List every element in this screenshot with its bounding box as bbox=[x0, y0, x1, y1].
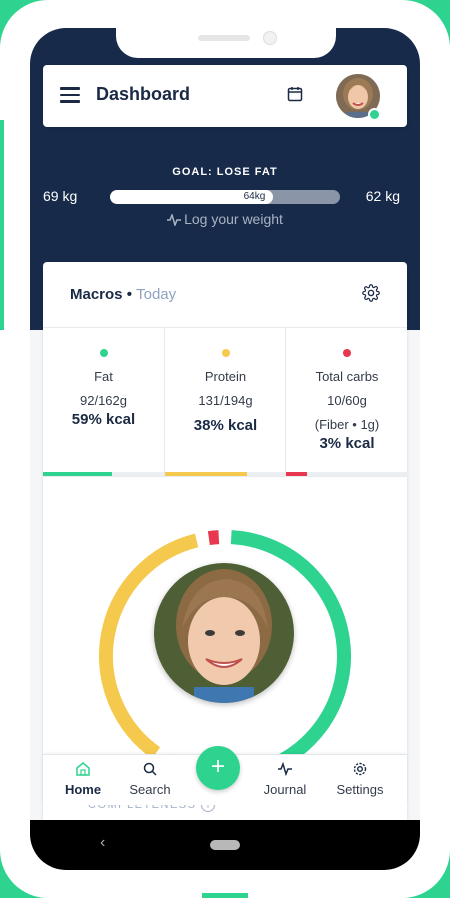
nav-journal-label: Journal bbox=[263, 782, 307, 797]
ring-carbs-segment bbox=[207, 530, 220, 546]
macro-fat[interactable]: Fat 92/162g 59% kcal bbox=[43, 328, 164, 476]
macros-heading: Macros • Today bbox=[70, 286, 176, 303]
log-weight-link[interactable]: Log your weight bbox=[30, 211, 420, 228]
log-weight-label: Log your weight bbox=[184, 211, 283, 227]
macro-progress bbox=[43, 472, 164, 476]
macros-separator: • bbox=[122, 286, 137, 303]
nav-search[interactable]: Search bbox=[120, 761, 180, 797]
macro-kcal-pct: 38% kcal bbox=[193, 417, 258, 434]
phone-bottom-accent bbox=[202, 893, 248, 898]
macro-progress bbox=[165, 472, 286, 476]
home-pill[interactable] bbox=[210, 840, 240, 850]
current-weight: 64kg bbox=[243, 191, 266, 202]
calendar-icon[interactable] bbox=[287, 86, 303, 102]
macro-columns: Fat 92/162g 59% kcal Protein 131/194g 38… bbox=[43, 327, 408, 477]
nav-settings-label: Settings bbox=[336, 782, 384, 797]
system-nav-bar: ‹ bbox=[30, 820, 420, 870]
macro-name: Fat bbox=[94, 369, 113, 384]
activity-icon bbox=[278, 761, 292, 777]
speaker bbox=[198, 35, 250, 41]
front-camera bbox=[263, 31, 277, 45]
start-weight: 69 kg bbox=[43, 188, 78, 204]
macro-amount: 92/162g bbox=[80, 393, 127, 408]
macro-name: Protein bbox=[204, 369, 247, 384]
app-screen: Dashboard GOAL: LOSE FAT 69 kg 64kg 62 k… bbox=[30, 28, 420, 870]
macros-period[interactable]: Today bbox=[136, 286, 176, 303]
menu-icon[interactable] bbox=[60, 87, 80, 103]
macro-protein[interactable]: Protein 131/194g 38% kcal bbox=[164, 328, 286, 476]
macro-name: Total carbs bbox=[315, 369, 379, 384]
add-button[interactable]: + bbox=[196, 746, 240, 790]
top-app-bar: Dashboard bbox=[43, 65, 407, 127]
weight-progress-bar: 64kg bbox=[110, 190, 340, 204]
macro-kcal-pct: 59% kcal bbox=[71, 411, 136, 428]
goal-title: GOAL: LOSE FAT bbox=[172, 166, 278, 178]
target-weight: 62 kg bbox=[365, 188, 400, 204]
search-icon bbox=[143, 762, 157, 776]
page-title: Dashboard bbox=[96, 84, 191, 104]
fat-color-dot bbox=[99, 349, 108, 357]
macro-carbs[interactable]: Total carbs 10/60g (Fiber • 1g) 3% kcal bbox=[285, 328, 408, 476]
gear-icon bbox=[353, 762, 367, 776]
protein-color-dot bbox=[221, 349, 230, 357]
phone-side-accent bbox=[0, 120, 4, 330]
nav-settings[interactable]: Settings bbox=[330, 761, 390, 797]
weight-progress-fill: 64kg bbox=[110, 190, 274, 204]
macro-amount: 10/60g bbox=[327, 393, 367, 408]
nav-home-label: Home bbox=[64, 782, 102, 797]
back-button[interactable]: ‹ bbox=[100, 834, 105, 852]
activity-icon bbox=[167, 212, 182, 228]
macro-kcal-pct: 3% kcal bbox=[319, 435, 375, 452]
macro-fiber: (Fiber • 1g) bbox=[314, 417, 380, 432]
phone-frame: Dashboard GOAL: LOSE FAT 69 kg 64kg 62 k… bbox=[0, 0, 450, 898]
macros-settings-icon[interactable] bbox=[362, 284, 380, 302]
macro-amount: 131/194g bbox=[198, 393, 253, 408]
macros-title: Macros bbox=[70, 286, 123, 303]
carbs-color-dot bbox=[343, 349, 351, 357]
nav-journal[interactable]: Journal bbox=[255, 761, 315, 797]
online-status-dot bbox=[368, 108, 381, 121]
home-icon bbox=[76, 762, 90, 776]
profile-photo bbox=[154, 563, 294, 703]
macro-progress bbox=[286, 472, 408, 476]
phone-notch bbox=[116, 28, 336, 58]
nav-search-label: Search bbox=[129, 782, 171, 797]
nav-home[interactable]: Home bbox=[53, 761, 113, 797]
